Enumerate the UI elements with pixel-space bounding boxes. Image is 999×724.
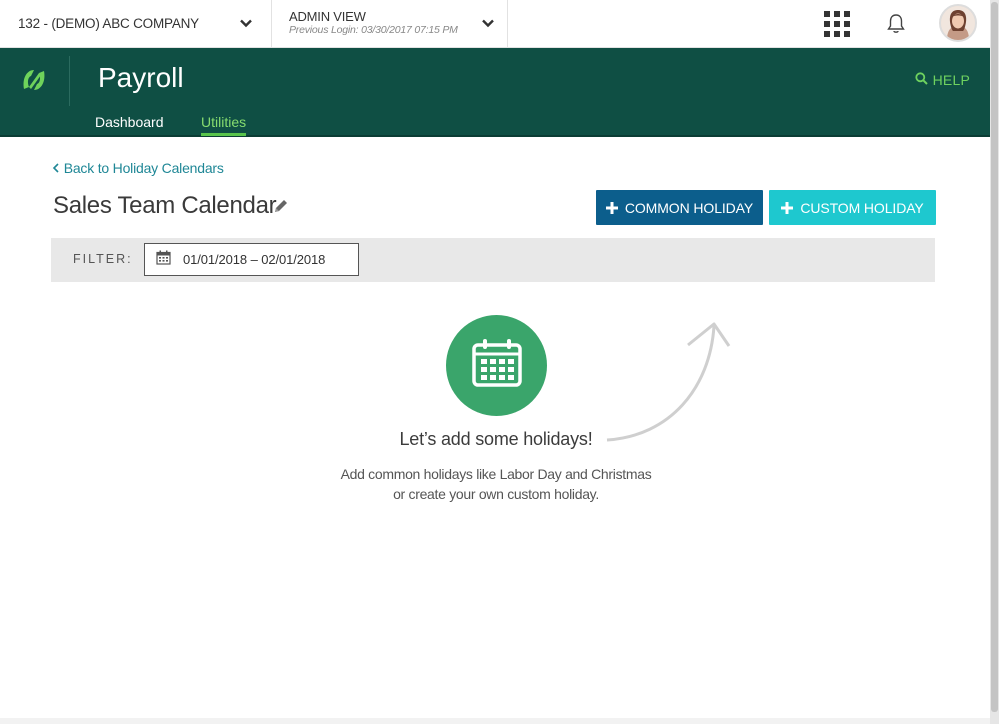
plus-icon: [605, 199, 618, 217]
empty-state-line: Add common holidays like Labor Day and C…: [340, 466, 652, 482]
plus-icon: [781, 199, 794, 217]
button-label: COMMON HOLIDAY: [624, 199, 754, 216]
help-label: HELP: [932, 72, 970, 88]
back-to-holiday-calendars-link[interactable]: Back to Holiday Calendars: [52, 160, 224, 176]
search-icon: [915, 72, 928, 88]
app-title: Payroll: [98, 62, 184, 93]
button-label: CUSTOM HOLIDAY: [800, 199, 924, 216]
bell-icon[interactable]: [886, 13, 906, 40]
avatar[interactable]: [939, 4, 977, 42]
back-link-label: Back to Holiday Calendars: [63, 160, 224, 176]
empty-state-badge: [446, 315, 547, 416]
empty-state-heading: Let’s add some holidays!: [399, 429, 593, 449]
previous-login-text: Previous Login: 03/30/2017 07:15 PM: [289, 24, 458, 36]
empty-state-description: Add common holidays like Labor Day and C…: [320, 464, 672, 504]
company-select-label: 132 - (DEMO) ABC COMPANY: [18, 16, 199, 31]
chevron-down-icon: [239, 16, 253, 35]
app-header: Payroll HELP Dashboard Utilities: [0, 48, 990, 137]
scrollbar-thumb[interactable]: [991, 2, 998, 712]
company-select[interactable]: 132 - (DEMO) ABC COMPANY: [0, 0, 272, 47]
calendar-icon: [471, 339, 522, 392]
filter-bar: FILTER: 01/01/2018 – 02/01/2018: [51, 238, 935, 282]
view-select-title: ADMIN VIEW: [289, 9, 366, 24]
chevron-left-icon: [52, 160, 64, 176]
calendar-icon: [156, 250, 171, 270]
page-title: Sales Team Calendar: [53, 192, 277, 219]
filter-label: FILTER:: [73, 252, 133, 266]
top-bar: 132 - (DEMO) ABC COMPANY ADMIN VIEW Prev…: [0, 0, 990, 48]
logo-icon[interactable]: [19, 65, 49, 95]
tab-label: Dashboard: [95, 114, 164, 130]
active-tab-indicator: [201, 133, 247, 136]
tab-utilities[interactable]: Utilities: [201, 114, 247, 136]
view-select[interactable]: ADMIN VIEW Previous Login: 03/30/2017 07…: [272, 0, 508, 47]
add-custom-holiday-button[interactable]: CUSTOM HOLIDAY: [769, 190, 936, 225]
tab-label: Utilities: [201, 114, 247, 130]
tab-dashboard[interactable]: Dashboard: [95, 114, 164, 136]
apps-grid-icon[interactable]: [824, 11, 850, 37]
help-link[interactable]: HELP: [915, 72, 970, 88]
empty-state-line: or create your own custom holiday.: [393, 486, 599, 502]
page-bottom-edge: [0, 718, 990, 724]
date-range-value: 01/01/2018 – 02/01/2018: [183, 252, 326, 267]
pencil-icon[interactable]: [272, 197, 290, 220]
chevron-down-icon: [481, 16, 495, 35]
add-common-holiday-button[interactable]: COMMON HOLIDAY: [596, 190, 763, 225]
header-divider: [69, 56, 70, 106]
date-range-picker[interactable]: 01/01/2018 – 02/01/2018: [144, 243, 359, 276]
